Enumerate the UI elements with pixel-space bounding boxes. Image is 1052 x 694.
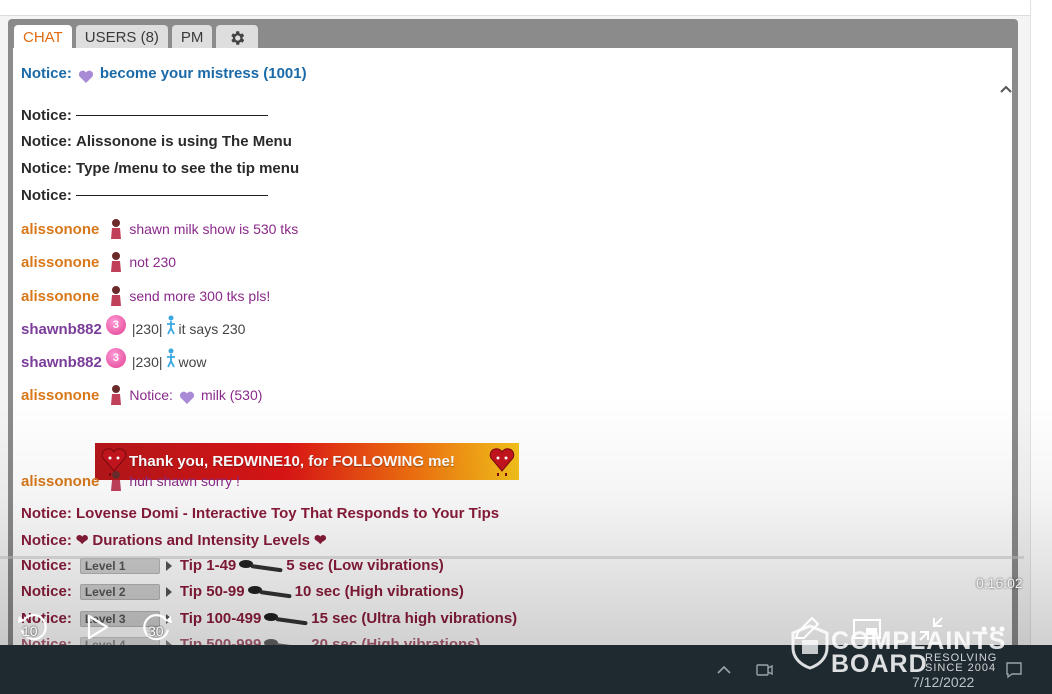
play-icon[interactable] xyxy=(80,610,114,644)
seek-bar[interactable] xyxy=(0,556,1024,559)
scroll-up-arrow-icon[interactable] xyxy=(999,83,1012,95)
message-text: wow xyxy=(178,354,207,370)
notice-label: Notice: xyxy=(21,505,72,522)
level-badge: 3 xyxy=(105,348,126,368)
rewind-seconds: 10 xyxy=(22,623,38,639)
username[interactable]: alissonone xyxy=(21,473,99,490)
username[interactable]: alissonone xyxy=(21,221,99,238)
level-badge: 3 xyxy=(105,315,126,335)
avatar-icon xyxy=(111,252,122,272)
browser-top-strip xyxy=(0,0,1052,16)
notice-mistress-text: become your mistress (1001) xyxy=(99,65,307,82)
tab-settings[interactable] xyxy=(216,25,259,50)
forward-seconds: 30 xyxy=(148,623,164,639)
chat-message: alissonone huh shawn sorry ! xyxy=(21,470,240,492)
tip-amount: |230| xyxy=(131,354,163,370)
gear-icon xyxy=(231,30,245,45)
notice-line: Notice: become your mistress (1001) xyxy=(21,65,307,83)
playback-time: 0:16:02 xyxy=(976,575,1023,591)
notice-line: Notice: Type /menu to see the tip menu xyxy=(21,160,299,177)
tip-range: Tip 50-99 xyxy=(179,583,245,600)
watermark-tag2: SINCE 2004 xyxy=(925,662,997,674)
heart-mascot-icon xyxy=(489,448,515,476)
wand-icon xyxy=(239,559,283,572)
username[interactable]: alissonone xyxy=(21,288,99,305)
chat-message: alissonone send more 300 tks pls! xyxy=(21,285,270,307)
tip-amount: |230| xyxy=(131,321,163,337)
play-arrow-icon xyxy=(165,560,172,571)
tab-pm[interactable]: PM xyxy=(171,25,213,50)
username[interactable]: alissonone xyxy=(21,254,99,271)
notice-menu-using: Alissonone is using The Menu xyxy=(76,133,292,150)
notice-label: Notice: xyxy=(21,65,72,82)
message-text: not 230 xyxy=(129,254,177,270)
avatar-icon xyxy=(111,219,122,239)
message-text-2: milk (530) xyxy=(200,387,263,403)
play-arrow-icon xyxy=(165,586,172,597)
username[interactable]: shawnb882 xyxy=(21,321,102,338)
heart-icon: ❤ xyxy=(313,532,327,549)
chevron-up-icon[interactable] xyxy=(714,660,734,680)
page-scroll-gutter[interactable] xyxy=(1030,0,1052,694)
avatar-icon xyxy=(111,471,122,491)
divider xyxy=(75,195,268,196)
follow-banner-text: Thank you, REDWINE10, for FOLLOWING me! xyxy=(129,453,455,470)
meet-now-icon[interactable] xyxy=(754,660,774,680)
chat-message: shawnb882 3 |230| wow xyxy=(21,348,207,372)
wand-icon xyxy=(247,585,292,598)
message-text: send more 300 tks pls! xyxy=(129,288,271,304)
chat-panel: CHAT USERS (8) PM Notice: become your mi… xyxy=(8,19,1018,659)
notice-line: Notice: ❤ Durations and Intensity Levels… xyxy=(21,531,327,550)
avatar-icon xyxy=(111,385,122,405)
notice-line: Notice: Alissonone is using The Menu xyxy=(21,133,292,150)
person-icon xyxy=(166,348,175,368)
durations-title: Durations and Intensity Levels xyxy=(92,531,310,549)
chat-message: alissonone not 230 xyxy=(21,251,176,273)
tip-range: Tip 1-49 xyxy=(179,557,237,574)
notice-line: Notice: Lovense Domi - Interactive Toy T… xyxy=(21,505,499,522)
username[interactable]: shawnb882 xyxy=(21,354,102,371)
tab-chat[interactable]: CHAT xyxy=(14,25,72,50)
tab-users[interactable]: USERS (8) xyxy=(75,25,168,50)
heart-icon xyxy=(179,391,195,404)
notice-label: Notice: xyxy=(21,187,72,204)
notice-label: Notice: xyxy=(21,133,72,150)
notice-label: Notice: xyxy=(21,583,72,600)
chat-tabs: CHAT USERS (8) PM xyxy=(14,25,259,50)
tip-range: Tip 100-499 xyxy=(179,610,262,627)
chat-log[interactable]: Notice: become your mistress (1001) Noti… xyxy=(13,48,1012,659)
wand-icon xyxy=(264,612,308,625)
message-text: it says 230 xyxy=(178,321,246,337)
notice-menu-type: Type /menu to see the tip menu xyxy=(76,160,300,177)
tip-level-row: Notice: Level 1 Tip 1-49 5 sec (Low vibr… xyxy=(21,557,444,574)
avatar-icon xyxy=(111,286,122,306)
notice-label: Notice: xyxy=(21,531,72,549)
divider xyxy=(75,115,268,116)
notice-line: Notice: xyxy=(21,187,268,204)
notice-label: Notice: xyxy=(21,557,72,574)
message-text: shawn milk show is 530 tks xyxy=(129,221,299,237)
chat-message: alissonone Notice: milk (530) xyxy=(21,384,262,406)
tip-desc: 5 sec (Low vibrations) xyxy=(286,557,444,574)
heart-icon: ❤ xyxy=(75,532,89,549)
notifications-icon[interactable] xyxy=(1004,660,1024,680)
notice-line: Notice: xyxy=(21,107,268,124)
level-chip: Level 2 xyxy=(79,583,160,600)
chat-message: shawnb882 3 |230| it says 230 xyxy=(21,315,246,339)
chat-message: alissonone shawn milk show is 530 tks xyxy=(21,218,298,240)
lovense-title: Lovense Domi - Interactive Toy That Resp… xyxy=(76,505,500,522)
taskbar-date: 7/12/2022 xyxy=(912,674,975,690)
tip-desc: 10 sec (High vibrations) xyxy=(294,583,464,600)
tip-level-row: Notice: Level 2 Tip 50-99 10 sec (High v… xyxy=(21,583,464,600)
tip-desc: 15 sec (Ultra high vibrations) xyxy=(311,610,518,627)
notice-label: Notice: xyxy=(21,107,72,124)
username[interactable]: alissonone xyxy=(21,387,99,404)
message-text: Notice: xyxy=(129,387,173,403)
level-chip: Level 1 xyxy=(79,557,160,574)
message-text: huh shawn sorry ! xyxy=(129,473,240,489)
person-icon xyxy=(166,315,175,335)
notice-label: Notice: xyxy=(21,160,72,177)
complaints-board-logo-icon xyxy=(791,624,829,670)
heart-icon xyxy=(78,70,93,83)
